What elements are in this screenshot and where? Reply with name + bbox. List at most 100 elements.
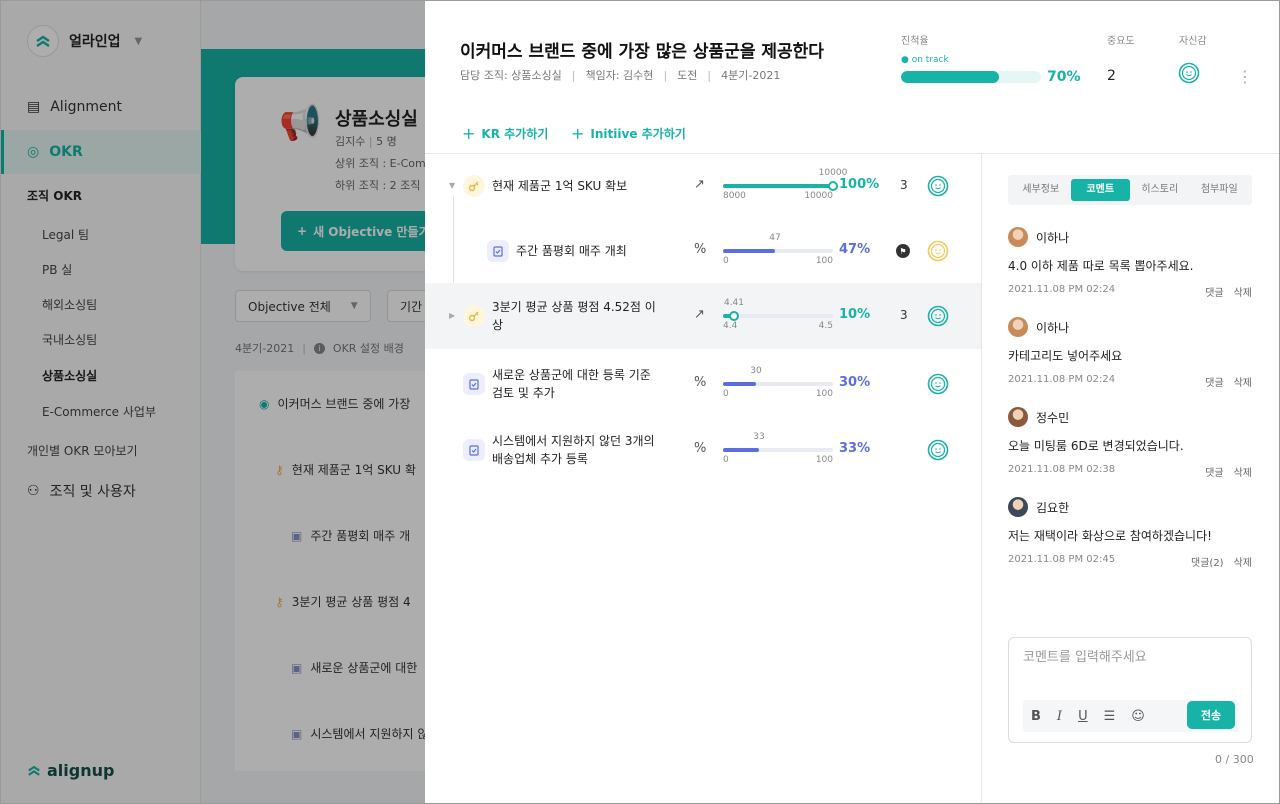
- smiley-icon[interactable]: [927, 175, 949, 197]
- bold-icon[interactable]: B: [1031, 709, 1041, 724]
- max-value: 10000: [804, 191, 833, 201]
- key-icon: [463, 175, 485, 197]
- row-percent: 100%: [839, 177, 880, 192]
- comment-header: 김요한: [1008, 497, 1252, 517]
- kr-progress-bar: [723, 382, 833, 386]
- smiley-icon[interactable]: [927, 240, 949, 262]
- objective-owner: 책임자: 김수현: [585, 69, 654, 82]
- comment-footer: 2021.11.08 PM 02:24 댓글 삭제: [1008, 374, 1252, 389]
- delete-button[interactable]: 삭제: [1234, 464, 1252, 479]
- reply-button[interactable]: 댓글: [1205, 374, 1223, 389]
- add-initiative-button[interactable]: + Initiive 추가하기: [571, 124, 686, 143]
- row-percent: 10%: [839, 307, 871, 322]
- initiative-row[interactable]: 새로운 상품군에 대한 등록 기준 검토 및 추가% 30 0 100 30%: [425, 351, 981, 417]
- min-value: 0: [723, 256, 729, 266]
- comment-body: 카테고리도 넣어주세요: [1008, 349, 1123, 363]
- emoji-icon[interactable]: ☺: [1131, 709, 1145, 724]
- max-value: 4.5: [818, 321, 833, 331]
- reply-button[interactable]: 댓글: [1205, 284, 1223, 299]
- key-result-row[interactable]: ▼ 현재 제품군 1억 SKU 확보 ↗ 10000 8000 10000 100% 3: [425, 154, 981, 218]
- delete-button[interactable]: 삭제: [1234, 284, 1252, 299]
- progress-knob[interactable]: [729, 311, 739, 321]
- underline-icon[interactable]: U: [1078, 709, 1088, 724]
- reply-button[interactable]: 댓글(2): [1191, 554, 1224, 569]
- smiley-icon[interactable]: [1178, 62, 1200, 84]
- objective-detail-panel: 이커머스 브랜드 중에 가장 많은 상품군을 제공한다 담당 조직: 상품소싱실…: [425, 1, 1279, 803]
- objective-org: 담당 조직: 상품소싱실: [460, 69, 562, 82]
- comment-time: 2021.11.08 PM 02:38: [1008, 464, 1116, 475]
- key-result-row[interactable]: ▶ 3분기 평균 상품 평점 4.52점 이상 ↗ 4.41 4.4 4.5 10% 3: [425, 283, 981, 349]
- avatar: [1008, 407, 1028, 427]
- comment-body: 오늘 미팅룸 6D로 변경되었습니다.: [1008, 439, 1184, 453]
- status-badge: ● on track: [901, 55, 949, 65]
- comment-item: 정수민 오늘 미팅룸 6D로 변경되었습니다. 2021.11.08 PM 02…: [1008, 407, 1252, 479]
- objective-progress-bar: [901, 71, 1041, 83]
- tab-comments[interactable]: 코멘트: [1070, 179, 1130, 201]
- delete-button[interactable]: 삭제: [1234, 374, 1252, 389]
- tab-history[interactable]: 히스토리: [1130, 179, 1190, 201]
- comment-header: 이하나: [1008, 317, 1252, 337]
- kr-progress-bar: [723, 311, 833, 321]
- confidence-label: 자신감: [1179, 36, 1207, 47]
- list-icon[interactable]: ☰: [1104, 709, 1116, 724]
- initiative-row[interactable]: 시스템에서 지원하지 않던 3개의 배송업체 추가 등록% 33 0 100 33%: [425, 417, 981, 483]
- plus-icon: +: [571, 124, 585, 143]
- comment-footer: 2021.11.08 PM 02:38 댓글 삭제: [1008, 464, 1252, 479]
- expand-icon[interactable]: ▶: [449, 311, 455, 320]
- kr-progress-bar: [723, 249, 833, 253]
- trend-up-icon: ↗: [694, 177, 705, 192]
- current-value: 33: [753, 432, 765, 442]
- plus-icon: +: [462, 124, 476, 143]
- reply-button[interactable]: 댓글: [1205, 464, 1223, 479]
- objective-meta: 담당 조직: 상품소싱실 | 책임자: 김수현 | 도전 | 4분기-2021: [460, 68, 781, 83]
- objective-type: 도전: [677, 69, 698, 82]
- min-value: 0: [723, 389, 729, 399]
- comment-author: 이하나: [1036, 230, 1070, 245]
- progress-knob[interactable]: [828, 181, 838, 191]
- comment-count: 3: [900, 308, 908, 322]
- comment-header: 정수민: [1008, 407, 1252, 427]
- current-value: 30: [750, 366, 762, 376]
- add-kr-label: KR 추가하기: [481, 127, 549, 141]
- initiative-row[interactable]: 주간 품평회 매주 개최% 47 0 100 47% ⚑: [425, 219, 981, 283]
- kr-progress-bar: [723, 448, 833, 452]
- comment-count: 3: [900, 178, 908, 192]
- comment-item: 이하나 4.0 이하 제품 따로 목록 뽑아주세요. 2021.11.08 PM…: [1008, 227, 1252, 299]
- italic-icon[interactable]: I: [1057, 709, 1062, 724]
- avatar: [1008, 497, 1028, 517]
- more-icon[interactable]: ⋮: [1237, 67, 1253, 86]
- max-value: 100: [815, 389, 833, 399]
- tab-attachments[interactable]: 첨부파일: [1190, 179, 1250, 201]
- comment-input[interactable]: [1023, 650, 1233, 665]
- row-percent: 30%: [839, 375, 871, 390]
- app-window: 얼라인업 ▼ ▤ Alignment ◎ OKR 조직 OKR Legal 팀 …: [0, 0, 1280, 804]
- row-title: 새로운 상품군에 대한 등록 기준 검토 및 추가: [492, 368, 651, 400]
- kr-progress-fill: [723, 448, 759, 452]
- expand-icon[interactable]: ▼: [449, 181, 455, 190]
- flag-icon[interactable]: ⚑: [896, 244, 910, 258]
- objective-progress-text: 70%: [1047, 69, 1081, 85]
- comment-footer: 2021.11.08 PM 02:45 댓글(2) 삭제: [1008, 554, 1252, 569]
- tab-details[interactable]: 세부정보: [1011, 179, 1071, 201]
- row-percent: 47%: [839, 242, 871, 257]
- smiley-icon[interactable]: [927, 305, 949, 327]
- divider: [981, 153, 982, 803]
- send-button[interactable]: 전송: [1187, 701, 1235, 729]
- smiley-icon[interactable]: [927, 439, 949, 461]
- smiley-icon[interactable]: [927, 373, 949, 395]
- add-kr-button[interactable]: + KR 추가하기: [462, 124, 548, 143]
- delete-button[interactable]: 삭제: [1234, 554, 1252, 569]
- row-title: 3분기 평균 상품 평점 4.52점 이상: [492, 300, 656, 332]
- comment-time: 2021.11.08 PM 02:24: [1008, 284, 1116, 295]
- avatar: [1008, 227, 1028, 247]
- min-value: 4.4: [723, 321, 738, 331]
- kr-progress-fill: [723, 184, 833, 188]
- current-value: 47: [769, 233, 781, 243]
- comment-item: 이하나 카테고리도 넣어주세요 2021.11.08 PM 02:24 댓글 삭제: [1008, 317, 1252, 389]
- key-icon: [463, 305, 485, 327]
- avatar: [1008, 317, 1028, 337]
- importance-value[interactable]: 2: [1107, 68, 1116, 84]
- detail-tabs: 세부정보 코멘트 히스토리 첨부파일: [1008, 175, 1252, 205]
- min-value: 8000: [723, 191, 746, 201]
- kr-progress-fill: [723, 382, 756, 386]
